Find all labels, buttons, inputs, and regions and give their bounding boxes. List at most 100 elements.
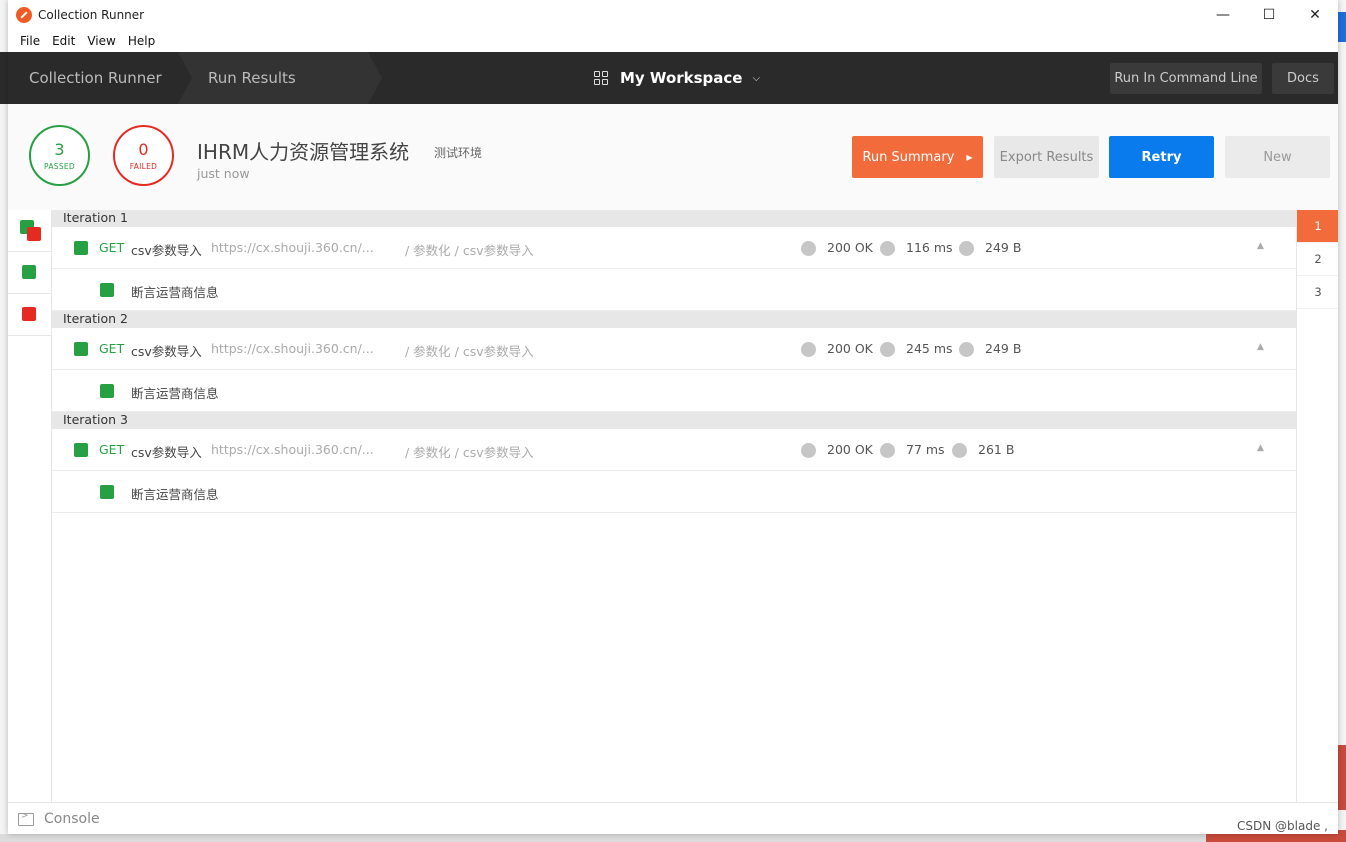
- caret-right-icon: ▶: [966, 152, 973, 162]
- failed-square-icon: [22, 307, 36, 321]
- iteration-navigator: 1 2 3: [1296, 210, 1338, 802]
- request-method: GET: [99, 341, 125, 356]
- close-button[interactable]: ✕: [1292, 0, 1338, 30]
- request-row[interactable]: GET csv参数导入 https://cx.shouji.360.cn/...…: [52, 328, 1296, 370]
- size-dot-icon: [952, 443, 967, 458]
- run-in-command-line-button[interactable]: Run In Command Line: [1110, 63, 1262, 94]
- iteration-nav-1[interactable]: 1: [1297, 210, 1338, 243]
- workspace-switcher[interactable]: My Workspace ⌵: [594, 52, 760, 104]
- menu-bar: File Edit View Help: [8, 30, 1338, 52]
- request-path: / 参数化 / csv参数导入: [405, 445, 534, 460]
- response-status: 200 OK: [827, 442, 873, 457]
- retry-button[interactable]: Retry: [1109, 136, 1214, 178]
- response-size: 249 B: [985, 341, 1022, 356]
- filter-failed[interactable]: [8, 294, 51, 336]
- iteration-nav-2[interactable]: 2: [1297, 243, 1338, 276]
- time-dot-icon: [880, 342, 895, 357]
- run-summary-button[interactable]: Run Summary ▶: [852, 136, 983, 178]
- maximize-button[interactable]: ☐: [1246, 0, 1292, 30]
- runner-header: Collection Runner Run Results My Workspa…: [8, 52, 1338, 104]
- new-run-button[interactable]: New: [1225, 136, 1330, 178]
- run-timestamp: just now: [197, 166, 250, 181]
- collapse-icon[interactable]: ▲: [1257, 342, 1264, 352]
- menu-file[interactable]: File: [14, 34, 46, 48]
- status-footer: Console: [8, 802, 1338, 834]
- background-red-tab: [1338, 745, 1346, 810]
- background-blue-tab: [1338, 12, 1346, 42]
- passed-counter: 3 PASSED: [29, 125, 90, 186]
- watermark: CSDN @blade ,: [1237, 819, 1328, 833]
- request-name: csv参数导入: [131, 243, 202, 258]
- iteration-header: Iteration 3: [52, 412, 1296, 429]
- request-path: / 参数化 / csv参数导入: [405, 243, 534, 258]
- passed-label: PASSED: [43, 161, 75, 171]
- background-right: [1338, 0, 1346, 842]
- passed-square-icon: [22, 265, 36, 279]
- pass-status-icon: [100, 485, 114, 499]
- pass-status-icon: [74, 241, 88, 255]
- response-time: 245 ms: [906, 341, 953, 356]
- failed-square-icon: [27, 227, 41, 241]
- time-dot-icon: [880, 241, 895, 256]
- workspace-grid-icon: [594, 71, 608, 85]
- background-left: [0, 0, 8, 842]
- failed-counter: 0 FAILED: [113, 125, 174, 186]
- menu-help[interactable]: Help: [122, 34, 161, 48]
- collection-runner-window: Collection Runner — ☐ ✕ File Edit View H…: [8, 0, 1338, 834]
- pass-status-icon: [74, 443, 88, 457]
- filter-all[interactable]: [8, 210, 51, 252]
- test-row: 断言运营商信息: [52, 370, 1296, 412]
- request-url: https://cx.shouji.360.cn/...: [211, 240, 374, 255]
- minimize-button[interactable]: —: [1200, 0, 1246, 30]
- response-status: 200 OK: [827, 240, 873, 255]
- size-dot-icon: [959, 241, 974, 256]
- test-name: 断言运营商信息: [131, 487, 219, 502]
- status-dot-icon: [801, 443, 816, 458]
- results-area: Iteration 1 GET csv参数导入 https://cx.shouj…: [8, 210, 1338, 802]
- failed-count: 0: [138, 139, 149, 159]
- postman-logo-icon: [16, 7, 32, 23]
- filter-passed[interactable]: [8, 252, 51, 294]
- collapse-icon[interactable]: ▲: [1257, 241, 1264, 251]
- iteration-list: Iteration 1 GET csv参数导入 https://cx.shouj…: [52, 210, 1296, 802]
- console-icon[interactable]: [18, 811, 34, 826]
- window-title: Collection Runner: [38, 8, 145, 22]
- passed-count: 3: [54, 139, 65, 159]
- menu-view[interactable]: View: [81, 34, 121, 48]
- collapse-icon[interactable]: ▲: [1257, 443, 1264, 453]
- request-name: csv参数导入: [131, 344, 202, 359]
- request-row[interactable]: GET csv参数导入 https://cx.shouji.360.cn/...…: [52, 429, 1296, 471]
- status-dot-icon: [801, 241, 816, 256]
- run-summary-panel: 3 PASSED 0 FAILED IHRM人力资源管理系统 测试环境 just…: [8, 104, 1338, 211]
- pass-status-icon: [100, 283, 114, 297]
- status-dot-icon: [801, 342, 816, 357]
- breadcrumb-collection-runner[interactable]: Collection Runner: [8, 52, 199, 104]
- request-row[interactable]: GET csv参数导入 https://cx.shouji.360.cn/...…: [52, 227, 1296, 269]
- iteration-nav-3[interactable]: 3: [1297, 276, 1338, 309]
- request-method: GET: [99, 442, 125, 457]
- time-dot-icon: [880, 443, 895, 458]
- test-name: 断言运营商信息: [131, 386, 219, 401]
- response-time: 116 ms: [906, 240, 953, 255]
- title-bar: Collection Runner — ☐ ✕: [8, 0, 1338, 30]
- export-results-button[interactable]: Export Results: [994, 136, 1099, 178]
- menu-edit[interactable]: Edit: [46, 34, 81, 48]
- background-bottom: [0, 834, 1346, 842]
- background-left-strip: [0, 52, 8, 104]
- breadcrumb-run-results[interactable]: Run Results: [178, 52, 382, 104]
- response-size: 261 B: [978, 442, 1015, 457]
- pass-status-icon: [74, 342, 88, 356]
- window-controls: — ☐ ✕: [1200, 0, 1338, 30]
- docs-button[interactable]: Docs: [1272, 63, 1334, 94]
- response-time: 77 ms: [906, 442, 945, 457]
- workspace-name: My Workspace: [620, 69, 743, 87]
- response-status: 200 OK: [827, 341, 873, 356]
- environment-name: 测试环境: [434, 146, 483, 160]
- pass-status-icon: [100, 384, 114, 398]
- request-path: / 参数化 / csv参数导入: [405, 344, 534, 359]
- run-summary-label: Run Summary: [862, 149, 955, 165]
- console-toggle[interactable]: Console: [44, 811, 100, 827]
- response-size: 249 B: [985, 240, 1022, 255]
- filter-strip: [8, 210, 52, 802]
- request-url: https://cx.shouji.360.cn/...: [211, 341, 374, 356]
